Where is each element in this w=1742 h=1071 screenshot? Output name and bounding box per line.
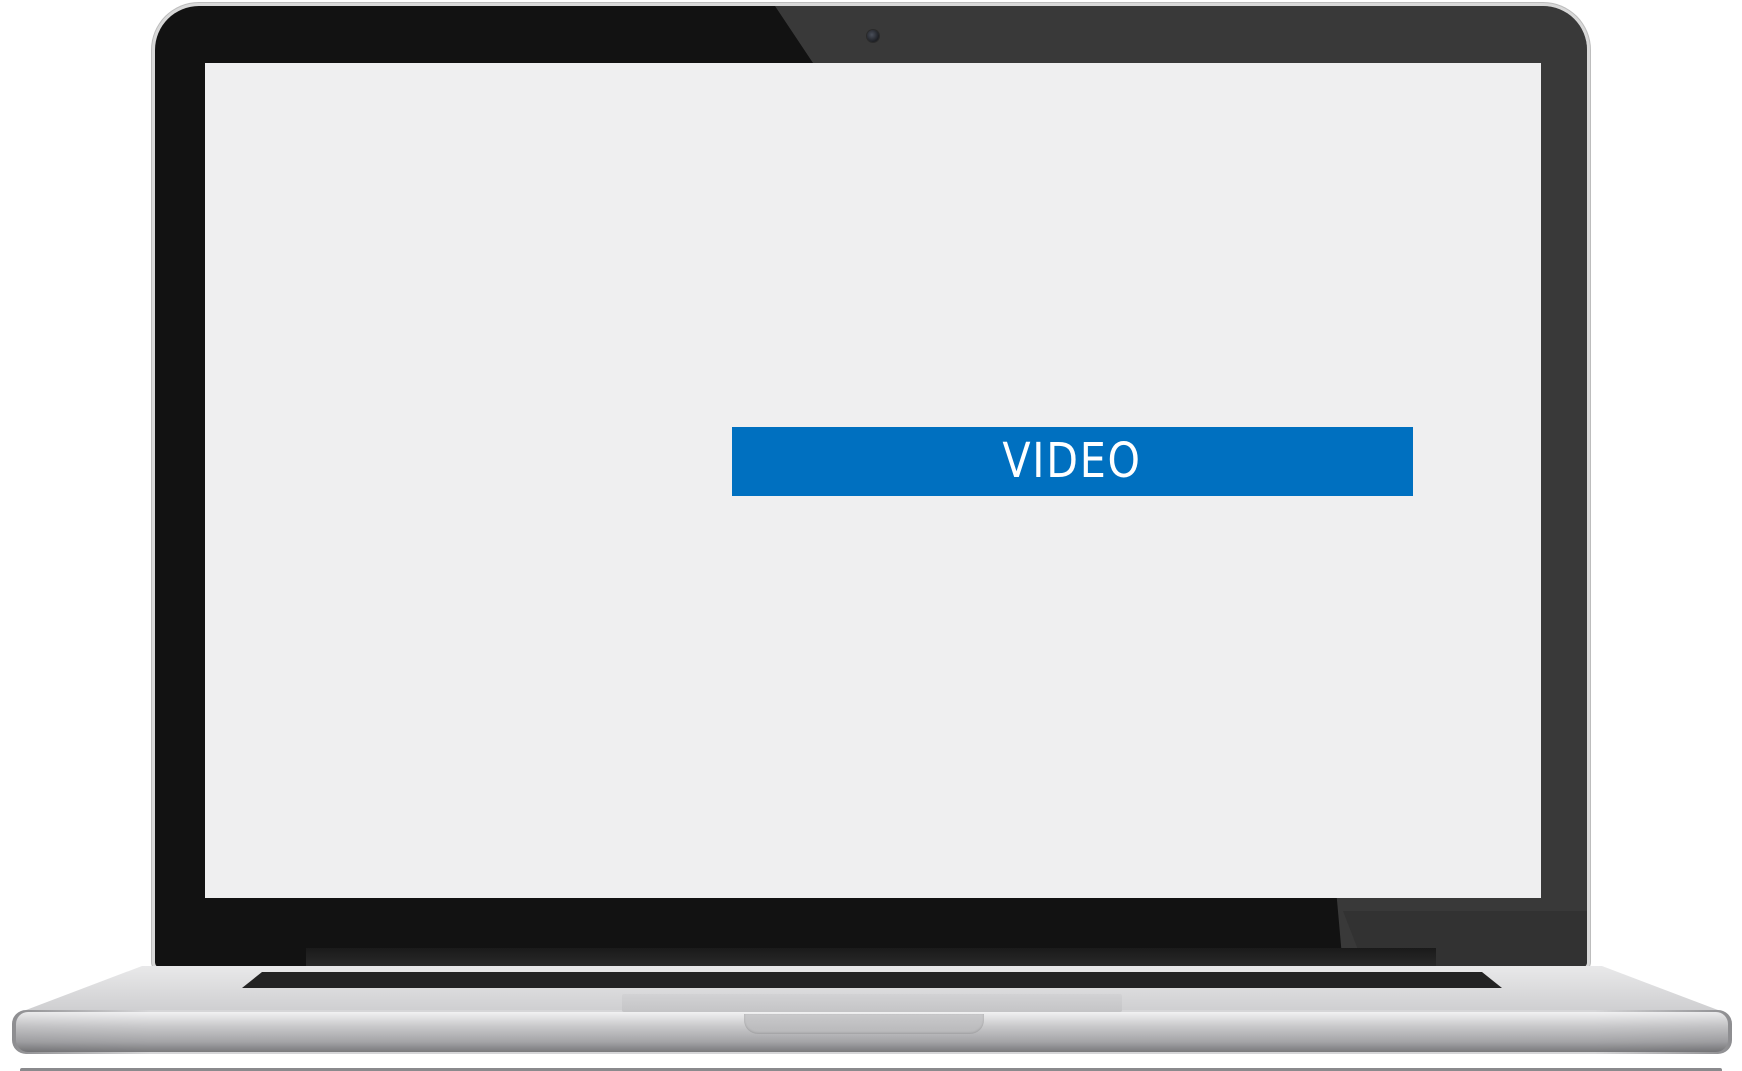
laptop-mockup: VIDEO <box>0 0 1742 1071</box>
laptop-feet <box>20 1062 1722 1071</box>
webcam-icon <box>867 30 879 42</box>
laptop-hinge <box>306 948 1436 968</box>
lid-opening-notch <box>744 1014 984 1034</box>
trackpad <box>622 994 1122 1012</box>
video-label: VIDEO <box>1002 433 1143 489</box>
laptop-screen: VIDEO <box>205 63 1541 898</box>
video-button[interactable]: VIDEO <box>732 427 1413 496</box>
